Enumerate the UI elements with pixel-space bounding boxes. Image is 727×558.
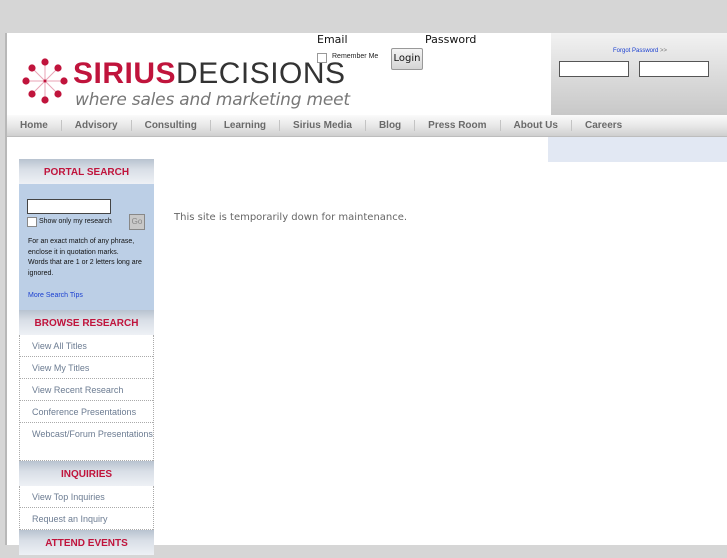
browse-research-list: View All Titles View My Titles View Rece… [19,335,154,461]
view-my-titles-link[interactable]: View My Titles [20,357,153,379]
show-only-my-research-label: Show only my research [39,218,112,225]
attend-events-heading: ATTEND EVENTS [19,530,154,555]
inquiries-heading: INQUIRIES [19,461,154,486]
nav-home[interactable]: Home [7,120,62,131]
site-frame: SIRIUSDECISIONS where sales and marketin… [5,33,727,555]
nav-consulting[interactable]: Consulting [132,120,211,131]
view-all-titles-link[interactable]: View All Titles [20,335,153,357]
password-label: Password [425,33,477,46]
email-input[interactable] [559,61,629,77]
logo[interactable]: SIRIUSDECISIONS where sales and marketin… [21,55,350,115]
forgot-arrows: >> [660,48,668,54]
brand-name: SIRIUSDECISIONS [73,57,346,91]
maintenance-message: This site is temporarily down for mainte… [174,212,408,223]
portal-search-heading: PORTAL SEARCH [19,159,154,184]
page: SIRIUSDECISIONS where sales and marketin… [0,0,727,555]
nav-press-room[interactable]: Press Room [415,120,501,131]
search-input[interactable] [27,199,111,214]
brand-tagline: where sales and marketing meet [75,90,350,110]
inquiries-list: View Top Inquiries Request an Inquiry [19,486,154,530]
nav-blog[interactable]: Blog [366,120,416,131]
webcast-forum-presentations-link[interactable]: Webcast/Forum Presentations [20,423,153,461]
more-search-tips-link[interactable]: More Search Tips [28,292,83,299]
forgot-password-text[interactable]: Forgot Password [613,48,658,54]
show-only-my-research-checkbox[interactable] [27,217,37,227]
nav-sirius-media[interactable]: Sirius Media [280,120,366,131]
main-nav: Home Advisory Consulting Learning Sirius… [7,115,727,137]
sidebar: PORTAL SEARCH Show only my research Go F… [19,159,154,555]
browse-research-heading: BROWSE RESEARCH [19,310,154,335]
login-panel: Forgot Password >> [551,33,727,115]
remember-me-checkbox[interactable] [317,53,327,63]
conference-presentations-link[interactable]: Conference Presentations [20,401,153,423]
search-help-text: For an exact match of any phrase, enclos… [28,237,150,279]
nav-about-us[interactable]: About Us [501,120,572,131]
password-input[interactable] [639,61,709,77]
right-panel [548,137,727,162]
brand-name-bold: SIRIUS [73,57,177,90]
nav-advisory[interactable]: Advisory [62,120,132,131]
portal-search-box: Show only my research Go For an exact ma… [19,184,154,310]
forgot-password-link[interactable]: Forgot Password >> [613,48,667,54]
login-button[interactable]: Login [391,48,423,70]
search-help-line-2: Words that are 1 or 2 letters long are i… [28,259,142,277]
starburst-logo-icon [22,58,68,104]
remember-me-label: Remember Me [332,53,379,60]
request-an-inquiry-link[interactable]: Request an Inquiry [20,508,153,530]
search-help-line-1: For an exact match of any phrase, enclos… [28,238,135,256]
view-top-inquiries-link[interactable]: View Top Inquiries [20,486,153,508]
email-label: Email [317,33,348,46]
go-button[interactable]: Go [129,214,145,230]
nav-careers[interactable]: Careers [572,120,635,131]
view-recent-research-link[interactable]: View Recent Research [20,379,153,401]
nav-learning[interactable]: Learning [211,120,281,131]
